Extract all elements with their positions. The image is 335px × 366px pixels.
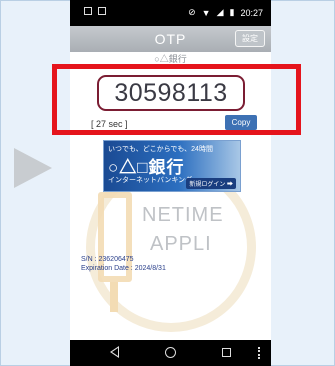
wifi-icon: ▼: [201, 7, 211, 18]
banner-service: インターネットバンキング: [108, 177, 193, 184]
notification-icon: [84, 7, 92, 15]
watermark-text-line2: APPLI: [150, 233, 212, 255]
signal-icon: ◢: [216, 7, 224, 17]
alarm-icon: ⊘: [188, 7, 196, 17]
status-bar: ⊘ ▼ ◢ ▮ 20:27: [70, 0, 271, 26]
highlight-frame: [52, 64, 301, 135]
play-arrow-icon: [14, 148, 52, 188]
banner-login-link[interactable]: 新規ログイン ➡: [186, 178, 236, 189]
status-time: 20:27: [240, 7, 263, 18]
battery-icon: ▮: [229, 7, 235, 17]
recent-apps-icon[interactable]: [222, 348, 231, 357]
app-bar: OTP 設定: [70, 26, 271, 52]
expiration-date: Expiration Date : 2024/8/31: [81, 265, 166, 272]
serial-number: S/N : 236206475: [81, 256, 134, 263]
watermark-text-line1: NETIME: [142, 204, 224, 226]
home-icon[interactable]: [165, 347, 176, 358]
more-options-icon[interactable]: [258, 347, 260, 359]
image-notification-icon: [98, 7, 106, 15]
bank-banner[interactable]: いつでも、どこからでも、24時間 ○△□銀行 インターネットバンキング 新規ログ…: [103, 140, 241, 192]
settings-button[interactable]: 設定: [235, 30, 265, 47]
watermark-key-stem: [110, 282, 118, 312]
navigation-bar: [70, 340, 271, 366]
phone-screen: ⊘ ▼ ◢ ▮ 20:27 OTP 設定 ○△銀行 NETIME APPLI 3…: [70, 0, 271, 366]
